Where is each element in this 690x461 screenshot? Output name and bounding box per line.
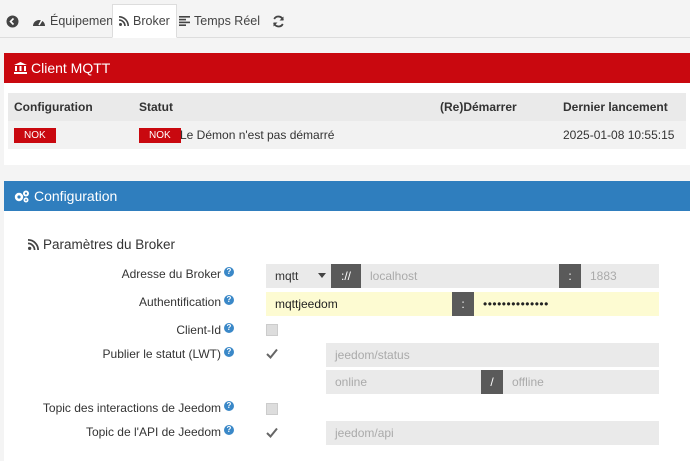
refresh-icon [273, 15, 284, 27]
daemon-status-text: Le Démon n'est pas démarré [180, 128, 335, 142]
broker-params-title: Paramètres du Broker [28, 237, 175, 252]
tachometer-icon [33, 19, 45, 26]
host-input[interactable]: localhost [361, 264, 559, 288]
protocol-value: mqtt [275, 269, 299, 283]
lwt-separator: / [481, 370, 503, 394]
help-icon[interactable]: ? [224, 323, 234, 333]
lwt-topic-input[interactable]: jeedom/status [326, 343, 659, 367]
client-mqtt-panel: Client MQTT Configuration Statut (Re)Dém… [4, 53, 690, 165]
caret-down-icon [318, 273, 326, 278]
tab-equipement-label: Équipement [50, 14, 117, 28]
interactions-checkbox[interactable] [266, 403, 278, 415]
rss-icon [28, 239, 39, 250]
bank-icon [14, 62, 27, 74]
interactions-label: Topic des interactions de Jeedom? [43, 401, 234, 415]
back-circle-icon [6, 15, 19, 27]
col-redemarrer: (Re)Démarrer [440, 100, 517, 114]
port-input[interactable]: 1883 [581, 264, 659, 288]
api-label: Topic de l'API de Jeedom? [86, 425, 234, 439]
tab-bar: Équipement Broker Temps Réel [0, 0, 690, 38]
api-label-text: Topic de l'API de Jeedom [85, 425, 221, 439]
help-icon[interactable]: ? [224, 347, 234, 357]
configuration-panel: Configuration Paramètres du Broker Adres… [4, 181, 690, 461]
lwt-label-text: Publier le statut (LWT) [102, 347, 221, 361]
lwt-checkbox-checked[interactable] [266, 348, 278, 359]
back-button[interactable] [0, 4, 25, 38]
configuration-title: Configuration [34, 188, 118, 204]
status-table-row: NOK NOK Le Démon n'est pas démarré 2025-… [8, 121, 686, 149]
password-input[interactable]: •••••••••••••• [474, 292, 659, 316]
api-checkbox-checked[interactable] [266, 427, 278, 438]
help-icon[interactable]: ? [224, 295, 234, 305]
refresh-button[interactable] [266, 4, 291, 38]
col-statut: Statut [139, 100, 173, 114]
lwt-offline-input[interactable]: offline [503, 370, 659, 394]
tab-equipement[interactable]: Équipement [26, 4, 123, 38]
auth-label: Authentification? [139, 295, 234, 309]
tab-broker[interactable]: Broker [112, 4, 177, 38]
configuration-header: Configuration [4, 181, 690, 211]
username-input[interactable]: mqttjeedom [266, 292, 452, 316]
api-topic-input[interactable]: jeedom/api [326, 421, 659, 445]
status-table-header: Configuration Statut (Re)Démarrer Dernie… [8, 93, 686, 121]
col-dernier-lancement: Dernier lancement [563, 100, 668, 114]
adresse-label: Adresse du Broker? [122, 267, 234, 281]
cogs-icon [14, 190, 29, 202]
help-icon[interactable]: ? [224, 425, 234, 435]
config-status-badge: NOK [14, 128, 56, 143]
protocol-select[interactable]: mqtt [266, 264, 331, 288]
client-id-label: Client-Id? [176, 323, 234, 337]
interactions-label-text: Topic des interactions de Jeedom [42, 401, 221, 415]
last-launch-value: 2025-01-08 10:55:15 [563, 128, 675, 142]
client-mqtt-title: Client MQTT [31, 60, 111, 76]
client-id-label-text: Client-Id [176, 323, 221, 337]
lwt-label: Publier le statut (LWT)? [103, 347, 234, 361]
port-separator: : [559, 264, 581, 288]
col-configuration: Configuration [14, 100, 93, 114]
tab-broker-label: Broker [133, 14, 170, 28]
tab-temps-reel[interactable]: Temps Réel [173, 4, 266, 38]
rss-icon [119, 16, 129, 26]
tab-temps-reel-label: Temps Réel [194, 14, 260, 28]
broker-params-label: Paramètres du Broker [43, 237, 176, 252]
auth-label-text: Authentification [138, 295, 221, 309]
adresse-label-text: Adresse du Broker [121, 267, 221, 281]
align-left-icon [179, 16, 190, 26]
auth-separator: : [452, 292, 474, 316]
help-icon[interactable]: ? [224, 267, 234, 277]
lwt-online-input[interactable]: online [326, 370, 481, 394]
help-icon[interactable]: ? [224, 401, 234, 411]
client-mqtt-header: Client MQTT [4, 53, 690, 83]
client-id-checkbox[interactable] [266, 324, 278, 336]
daemon-status-badge: NOK [139, 128, 181, 143]
protocol-separator: :// [331, 264, 361, 288]
